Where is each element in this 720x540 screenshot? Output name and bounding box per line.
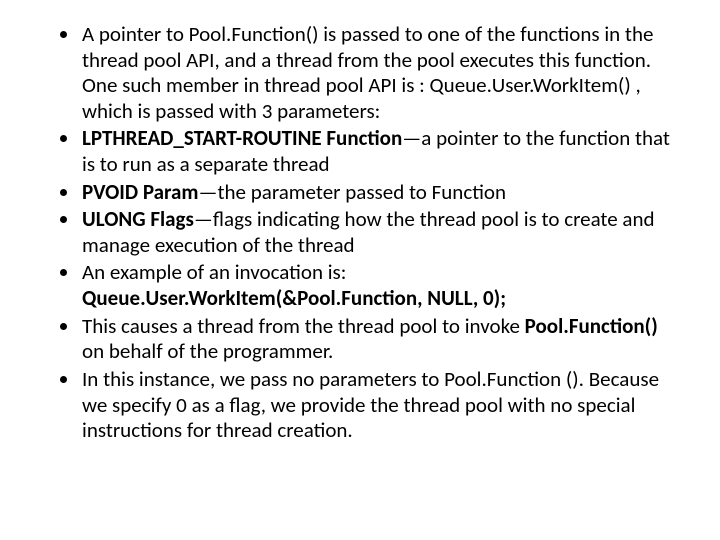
bullet-bold: PVOID Param [82,179,198,205]
bullet-bold: ULONG Flags [82,206,194,232]
bullet-pre: This causes a thread from the thread poo… [82,313,525,339]
bullet-text: A pointer to Pool.Function() is passed t… [82,21,653,124]
bullet-post: on behalf of the programmer. [82,338,333,364]
bullet-line: An example of an invocation is: [82,259,346,285]
list-item: A pointer to Pool.Function() is passed t… [80,22,680,124]
list-item: An example of an invocation is: Queue.Us… [80,260,680,311]
bullet-rest: —the parameter passed to Function [198,179,506,205]
bullet-code-line: Queue.User.WorkItem(&Pool.Function, NULL… [82,286,680,312]
list-item: In this instance, we pass no parameters … [80,367,680,444]
list-item: This causes a thread from the thread poo… [80,314,680,365]
list-item: LPTHREAD_START-ROUTINE Function—a pointe… [80,126,680,177]
list-item: ULONG Flags—flags indicating how the thr… [80,207,680,258]
bullet-text: In this instance, we pass no parameters … [82,366,659,443]
bullet-bold: Pool.Function() [525,313,658,339]
slide-body: A pointer to Pool.Function() is passed t… [0,0,720,540]
bullet-list: A pointer to Pool.Function() is passed t… [40,22,680,444]
list-item: PVOID Param—the parameter passed to Func… [80,180,680,206]
bullet-bold: LPTHREAD_START-ROUTINE Function [82,125,402,151]
